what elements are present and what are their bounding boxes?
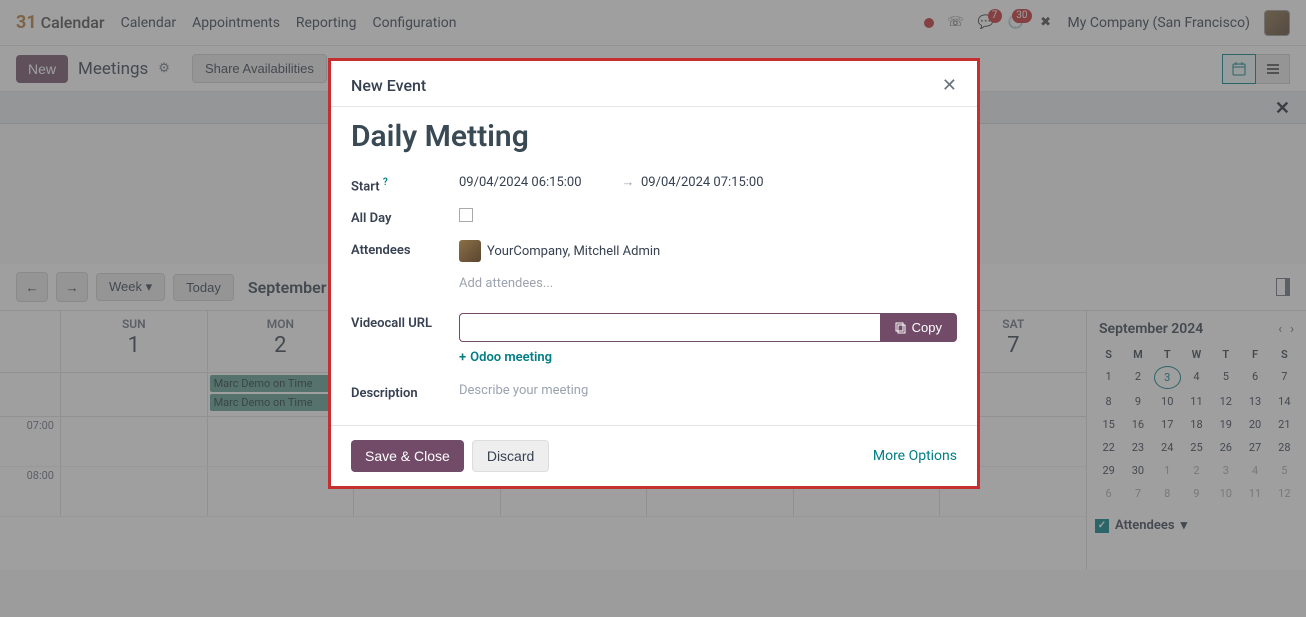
- copy-icon: [895, 322, 907, 334]
- start-datetime-input[interactable]: 09/04/2024 06:15:00: [459, 175, 582, 190]
- start-label: Start ?: [351, 174, 459, 194]
- copy-button[interactable]: Copy: [880, 313, 957, 342]
- arrow-right-icon: →: [622, 175, 635, 190]
- videocall-url-input[interactable]: [459, 313, 880, 342]
- attendees-label: Attendees: [351, 240, 459, 258]
- event-title-input[interactable]: Daily Metting: [351, 119, 957, 154]
- videocall-label: Videocall URL: [351, 313, 459, 331]
- help-icon[interactable]: ?: [383, 177, 388, 188]
- more-options-link[interactable]: More Options: [873, 448, 957, 464]
- plus-icon: +: [459, 350, 466, 365]
- save-close-button[interactable]: Save & Close: [351, 440, 464, 472]
- allday-checkbox[interactable]: [459, 208, 473, 222]
- attendee-name: YourCompany, Mitchell Admin: [487, 244, 660, 259]
- add-attendees-input[interactable]: Add attendees...: [459, 276, 957, 291]
- description-label: Description: [351, 383, 459, 401]
- modal-title: New Event: [351, 76, 426, 95]
- attendee-tag[interactable]: YourCompany, Mitchell Admin: [459, 240, 660, 262]
- close-icon[interactable]: ✕: [942, 75, 957, 96]
- end-datetime-input[interactable]: 09/04/2024 07:15:00: [641, 175, 764, 190]
- odoo-meeting-link[interactable]: + Odoo meeting: [459, 350, 957, 365]
- discard-button[interactable]: Discard: [472, 440, 549, 472]
- allday-label: All Day: [351, 208, 459, 226]
- description-input[interactable]: Describe your meeting: [459, 383, 588, 398]
- new-event-modal: New Event ✕ Daily Metting Start ? 09/04/…: [328, 58, 980, 489]
- attendee-avatar: [459, 240, 481, 262]
